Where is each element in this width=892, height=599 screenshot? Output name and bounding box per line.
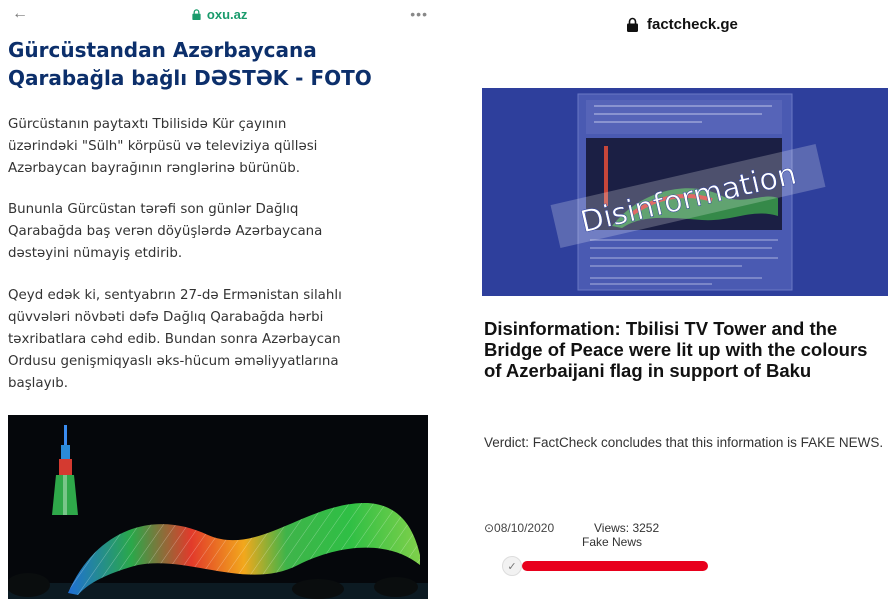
factcheck-panel: factcheck.ge Disinformation Disinformati… (458, 0, 892, 599)
url-text: oxu.az (206, 6, 248, 22)
paragraph-line: dəstəyini nümayiş etdirib. (8, 246, 183, 261)
article-meta: ⊙08/10/2020 Views: 3252 Fake News (484, 521, 784, 555)
article-title[interactable]: Disinformation: Tbilisi TV Tower and the… (484, 318, 884, 381)
browser-top-bar: ← oxu.az ••• (0, 0, 440, 28)
paragraph-line: Bununla Gürcüstan tərəfi son günlər Dağl… (8, 202, 299, 217)
disinformation-stamp-illustration: Disinformation (482, 88, 888, 296)
check-icon: ✓ (502, 556, 522, 576)
paragraph-line: Azərbaycan bayrağının rənglərinə bürünüb… (8, 161, 300, 176)
paragraph-line: üzərindəki "Sülh" körpüsü və televiziya … (8, 139, 318, 154)
headline-line: Qarabağla bağlı DƏSTƏK - FOTO (8, 66, 372, 90)
back-arrow-icon[interactable]: ← (12, 5, 28, 23)
paragraph-line: Ordusu genişmiqyaslı əks-hücum əməliyyat… (8, 354, 339, 369)
more-dots-icon[interactable]: ••• (410, 6, 428, 22)
lock-icon (192, 8, 201, 20)
bridge-night-photo[interactable] (8, 415, 428, 599)
bridge-illustration (8, 415, 428, 599)
paragraph-line: Gürcüstanın paytaxtı Tbilisidə Kür çayın… (8, 117, 287, 132)
lock-icon (627, 17, 638, 32)
address-bar[interactable]: oxu.az (191, 7, 247, 22)
publish-date: ⊙08/10/2020 (484, 521, 555, 535)
verdict-text: Verdict: FactCheck concludes that this i… (484, 435, 884, 450)
paragraph-line: başlayıb. (8, 376, 69, 391)
headline-line: Gürcüstandan Azərbaycana (8, 38, 317, 62)
oxu-article-panel: ← oxu.az ••• Gürcüstandan Azərbaycana Qa… (0, 0, 440, 599)
address-bar[interactable]: factcheck.ge (626, 16, 738, 33)
article-headline: Gürcüstandan Azərbaycana Qarabağla bağlı… (8, 36, 428, 92)
paragraph-line: Qeyd edək ki, sentyabrın 27-də Ermənista… (8, 288, 342, 303)
category-tag[interactable]: Fake News (582, 535, 642, 549)
fake-news-bar (522, 561, 708, 571)
disinformation-screenshot-image[interactable]: Disinformation (482, 88, 888, 296)
paragraph-line: təxribatlara cəhd edib. Bundan sonra Azə… (8, 332, 341, 347)
article-paragraph: Gürcüstanın paytaxtı Tbilisidə Kür çayın… (8, 114, 428, 180)
view-count: Views: 3252 (594, 521, 660, 535)
article-paragraph: Bununla Gürcüstan tərəfi son günlər Dağl… (8, 199, 428, 265)
verdict-meter: ✓ (502, 556, 712, 576)
paragraph-line: qüvvələri növbəti dəfə Dağlıq Qarabağda … (8, 310, 324, 325)
article-paragraph: Qeyd edək ki, sentyabrın 27-də Ermənista… (8, 285, 428, 395)
url-text: factcheck.ge (647, 16, 738, 33)
paragraph-line: Qarabağda baş verən döyüşlərdə Azərbayca… (8, 224, 323, 239)
